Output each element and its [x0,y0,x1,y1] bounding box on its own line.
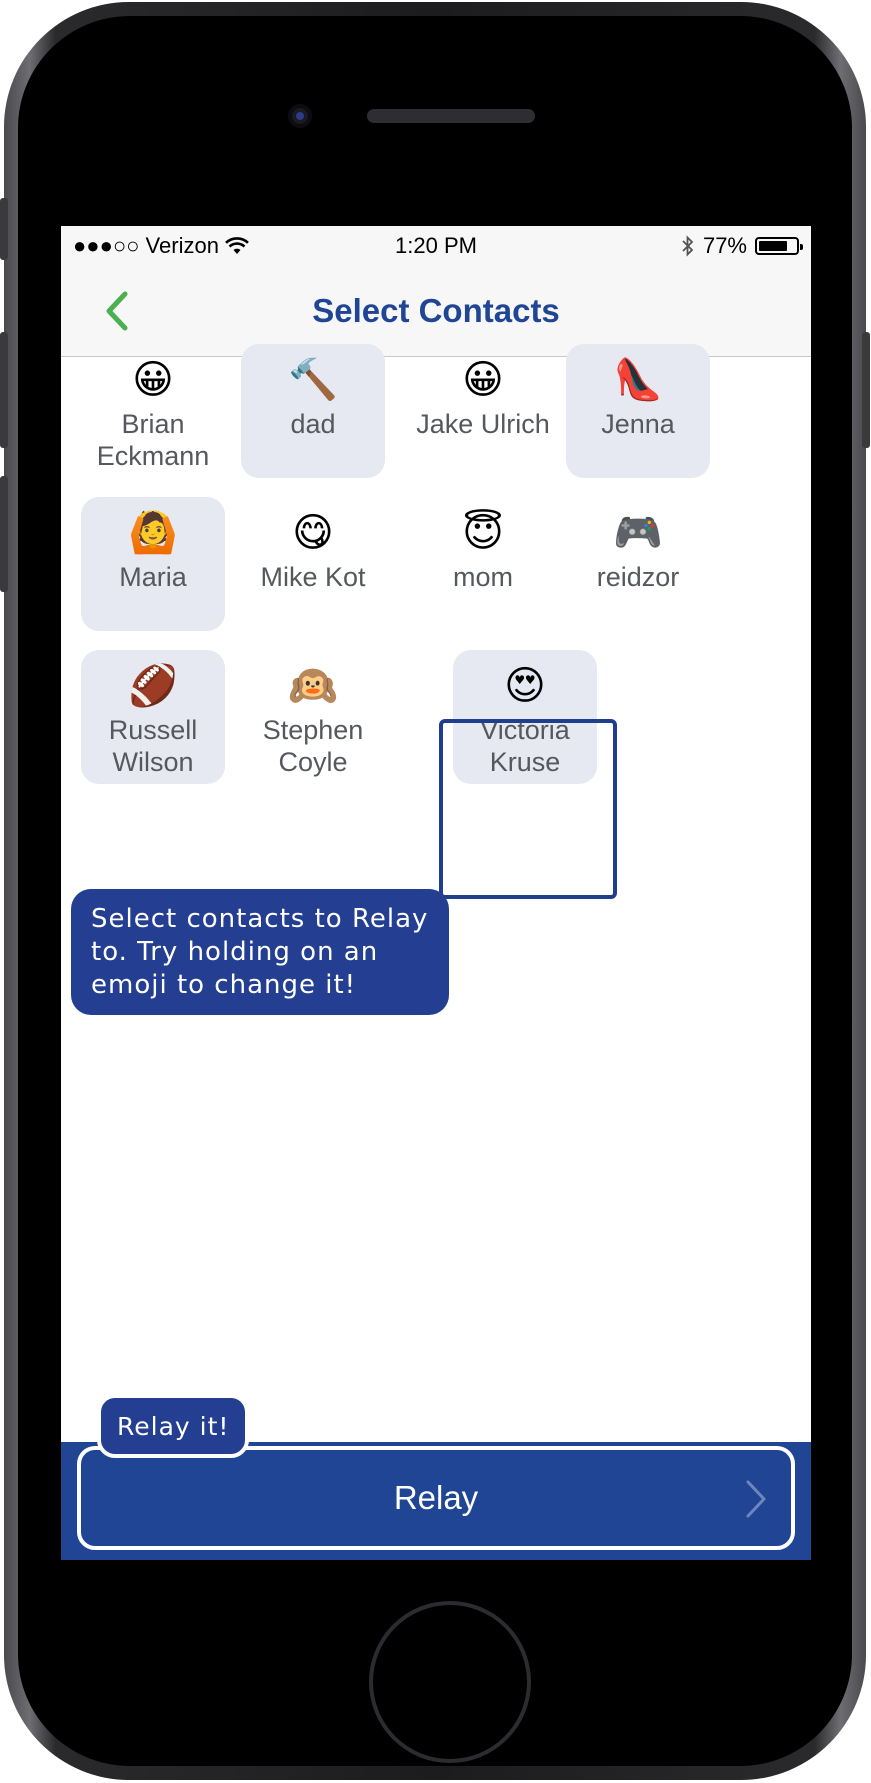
contact-name: Russell Wilson [108,715,198,777]
grinning-face-icon[interactable]: 😀 [401,358,565,402]
tutorial-highlight-ring [439,719,617,899]
contact-tile-brian-eckmann[interactable]: 😀 Brian Eckmann [81,344,225,478]
bluetooth-icon [682,235,694,257]
contact-name: mom [453,562,513,592]
hear-no-evil-monkey-icon[interactable]: 🙉 [241,664,385,708]
contact-name: Maria [119,562,187,592]
home-button[interactable] [369,1601,531,1763]
contact-name: Stephen Coyle [262,715,364,777]
earpiece-speaker [367,109,535,123]
contact-name: dad [290,409,336,439]
contact-name: Jake Ulrich [416,409,550,439]
contact-tile-jenna[interactable]: 👠 Jenna [566,344,710,478]
contact-tile-stephen-coyle[interactable]: 🙉 Stephen Coyle [241,650,385,784]
football-icon[interactable]: 🏈 [81,664,225,708]
mute-switch [0,198,8,260]
contact-tile-mike-kot[interactable]: 😋 Mike Kot [241,497,385,631]
bottom-bar: Relay [61,1442,811,1560]
contact-name: Brian Eckmann [96,409,210,471]
front-camera [288,104,312,128]
contact-name: reidzor [596,562,680,592]
contact-tile-dad[interactable]: 🔨 dad [241,344,385,478]
relay-button[interactable]: Relay [77,1446,795,1550]
halo-face-icon[interactable]: 😇 [411,511,555,555]
volume-down-button [0,476,8,592]
status-right: 77% [681,233,803,259]
battery-percent: 77% [702,233,747,258]
contact-tile-mom[interactable]: 😇 mom [411,497,555,631]
volume-up-button [0,332,8,448]
contact-tile-jake-ulrich[interactable]: 😀 Jake Ulrich [401,344,565,478]
game-controller-icon[interactable]: 🎮 [566,511,710,555]
contact-name: Jenna [601,409,675,439]
heart-eyes-face-icon[interactable]: 😍 [453,664,597,708]
status-bar: ●●●○○ Verizon 1:20 PM 77% [61,226,811,266]
relay-button-label: Relay [393,1479,479,1516]
high-heel-icon[interactable]: 👠 [566,358,710,402]
tutorial-tooltip: Select contacts to Relay to. Try holding… [71,889,449,1015]
contact-tile-russell-wilson[interactable]: 🏈 Russell Wilson [81,650,225,784]
grinning-face-icon[interactable]: 😀 [81,358,225,402]
chevron-right-icon [746,1480,766,1518]
contact-tile-maria[interactable]: 🙆 Maria [81,497,225,631]
person-ok-gesture-icon[interactable]: 🙆 [81,511,225,555]
yum-face-icon[interactable]: 😋 [241,511,385,555]
contact-name: Mike Kot [260,562,366,592]
app-screen: ●●●○○ Verizon 1:20 PM 77% Select Contact… [61,226,811,1560]
relay-tip-bubble: Relay it! [97,1394,250,1458]
hammer-icon[interactable]: 🔨 [241,358,385,402]
page-title: Select Contacts [312,292,560,329]
power-button [862,332,870,448]
contact-tile-reidzor[interactable]: 🎮 reidzor [566,497,710,631]
battery-icon [755,237,803,255]
battery-fill [759,241,787,251]
